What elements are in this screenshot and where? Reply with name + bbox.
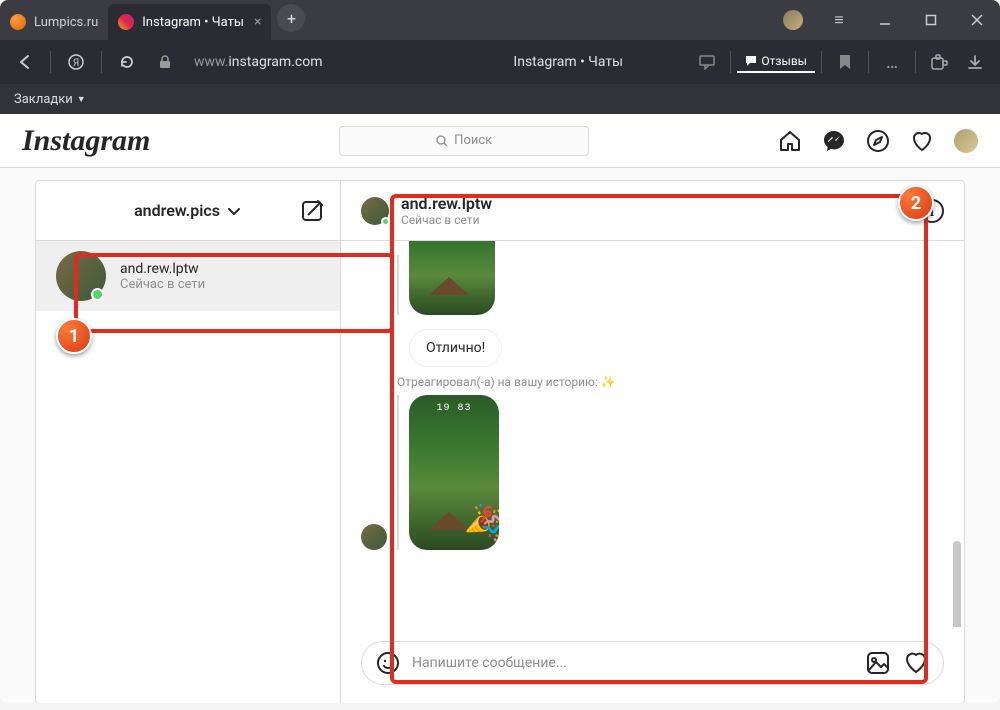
extensions-icon[interactable] [922,45,956,79]
message-text-1: Отлично! [361,329,944,367]
tab-instagram[interactable]: Instagram • Чаты × [108,4,271,40]
lock-icon[interactable] [148,45,182,79]
thread-name: and.rew.lptw [120,261,205,277]
dm-conversation: and.rew.lptw Сейчас в сети i 19 83 [341,181,964,703]
dm-panel: andrew.pics and.rew.lptw Сейчас в сети [35,180,965,703]
message-input-row: Напишите сообщение... [341,627,964,703]
header-avatar[interactable] [361,197,389,225]
search-input[interactable]: Поиск [339,126,589,156]
conversation-header: and.rew.lptw Сейчас в сети i [341,181,964,241]
header-name: and.rew.lptw [401,194,492,213]
favicon-lumpics [10,14,26,30]
bookmarks-label: Закладки [14,92,73,107]
header-status: Сейчас в сети [401,213,492,227]
instagram-header: Instagram Поиск [0,114,1000,168]
story-label: 19 83 [409,403,499,414]
message-story-1: 19 83 [361,255,944,315]
thread-status: Сейчас в сети [120,277,205,292]
profile-avatar-browser[interactable] [770,0,816,40]
url-protocol: www. [194,54,228,70]
explore-icon[interactable] [866,129,890,153]
messenger-icon[interactable] [822,129,846,153]
story-thumbnail[interactable]: 19 83 🎉 [409,395,499,550]
favicon-instagram [118,14,134,30]
dm-sidebar-header: andrew.pics [36,181,340,241]
messages-scroll[interactable]: 19 83 Отлично! Отреагировал(-а) на вашу … [341,241,964,627]
window-minimize-icon[interactable] [862,0,908,40]
more-icon[interactable]: … [875,45,909,79]
thread-info: and.rew.lptw Сейчас в сети [120,261,205,292]
thread-item[interactable]: and.rew.lptw Сейчас в сети [36,241,340,311]
reviews-button[interactable]: Отзывы [737,51,815,73]
downloads-icon[interactable] [958,45,992,79]
party-popper-icon: 🎉 [463,500,499,546]
annotation-badge-1: 1 [56,318,92,354]
thread-avatar [56,251,106,301]
heart-icon[interactable] [903,650,929,676]
tab-instagram-title: Instagram • Чаты [142,15,244,30]
window-maximize-icon[interactable] [908,0,954,40]
dm-sidebar: andrew.pics and.rew.lptw Сейчас в сети [36,181,341,703]
tab-lumpics-title: Lumpics.ru [34,15,98,30]
online-indicator [381,217,390,226]
bookmarks-bar[interactable]: Закладки ▼ [0,84,1000,114]
new-tab-button[interactable]: + [277,4,305,32]
svg-text:Я: Я [73,58,79,69]
instagram-logo[interactable]: Instagram [22,124,150,158]
input-placeholder: Напишите сообщение... [412,655,853,671]
search-placeholder: Поиск [454,133,492,148]
image-icon[interactable] [865,650,891,676]
annotation-badge-2: 2 [898,185,934,221]
profile-avatar[interactable] [954,129,978,153]
window-close-icon[interactable] [954,0,1000,40]
back-button[interactable] [8,45,42,79]
url-field[interactable]: www.instagram.com [186,54,446,70]
reaction-note: Отреагировал(-а) на вашу историю: ✨ [397,375,944,389]
browser-menu-icon[interactable]: ≡ [816,0,862,40]
reload-icon[interactable] [110,45,144,79]
close-tab-icon[interactable]: × [254,14,261,30]
message-avatar[interactable] [361,524,387,550]
chevron-down-icon [226,203,242,219]
reviews-label: Отзывы [761,54,807,68]
address-bar: Я www.instagram.com Instagram • Чаты Отз… [0,40,1000,84]
instagram-main: andrew.pics and.rew.lptw Сейчас в сети [0,168,1000,703]
bookmark-icon[interactable] [828,45,862,79]
yandex-icon[interactable]: Я [59,45,93,79]
heart-icon[interactable] [910,129,934,153]
sparkle-icon: ✨ [601,375,616,389]
text-bubble: Отлично! [409,329,502,367]
message-story-2: 19 83 🎉 [361,395,944,550]
message-input[interactable]: Напишите сообщение... [361,641,944,685]
browser-tab-bar: Lumpics.ru Instagram • Чаты × + ≡ [0,0,1000,40]
scrollbar-thumb[interactable] [953,541,961,627]
url-host: instagram.com [228,54,322,70]
compose-icon[interactable] [300,199,324,223]
comment-icon[interactable] [690,45,724,79]
home-icon[interactable] [778,129,802,153]
story-thumbnail[interactable]: 19 83 [409,241,495,315]
emoji-icon[interactable] [376,651,400,675]
search-icon [436,135,448,147]
my-username: andrew.pics [134,201,220,220]
page-title: Instagram • Чаты [450,54,686,70]
browser-window: Lumpics.ru Instagram • Чаты × + ≡ Я [0,0,1000,703]
chevron-down-icon: ▼ [77,94,86,105]
tab-lumpics[interactable]: Lumpics.ru [0,4,108,40]
online-indicator [91,288,104,301]
account-switcher[interactable]: andrew.pics [134,201,242,220]
